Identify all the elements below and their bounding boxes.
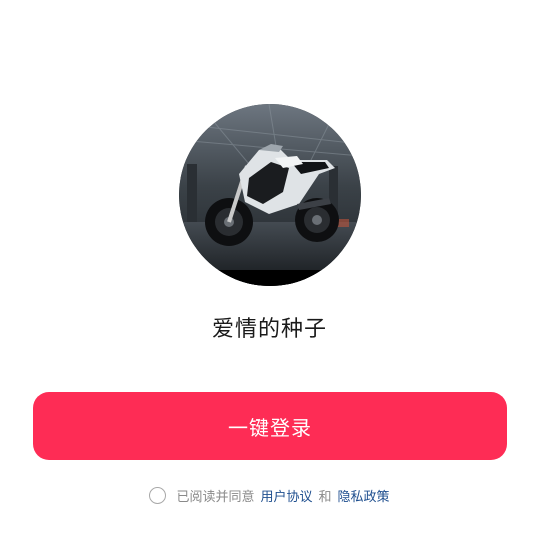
agree-checkbox[interactable] bbox=[149, 486, 167, 504]
agreement-conjunction: 和 bbox=[318, 489, 332, 505]
avatar bbox=[179, 104, 361, 286]
privacy-policy-link[interactable]: 隐私政策 bbox=[338, 486, 390, 505]
login-screen: 爱情的种子 一键登录 已阅读并同意 用户协议 和 隐私政策 bbox=[0, 0, 539, 539]
agreement-row: 已阅读并同意 用户协议 和 隐私政策 bbox=[0, 483, 539, 507]
agreement-prefix: 已阅读并同意 bbox=[176, 489, 255, 505]
one-click-login-button[interactable]: 一键登录 bbox=[33, 392, 507, 460]
user-agreement-link[interactable]: 用户协议 bbox=[260, 486, 312, 505]
motorcycle-photo bbox=[179, 104, 361, 286]
username: 爱情的种子 bbox=[211, 317, 327, 342]
